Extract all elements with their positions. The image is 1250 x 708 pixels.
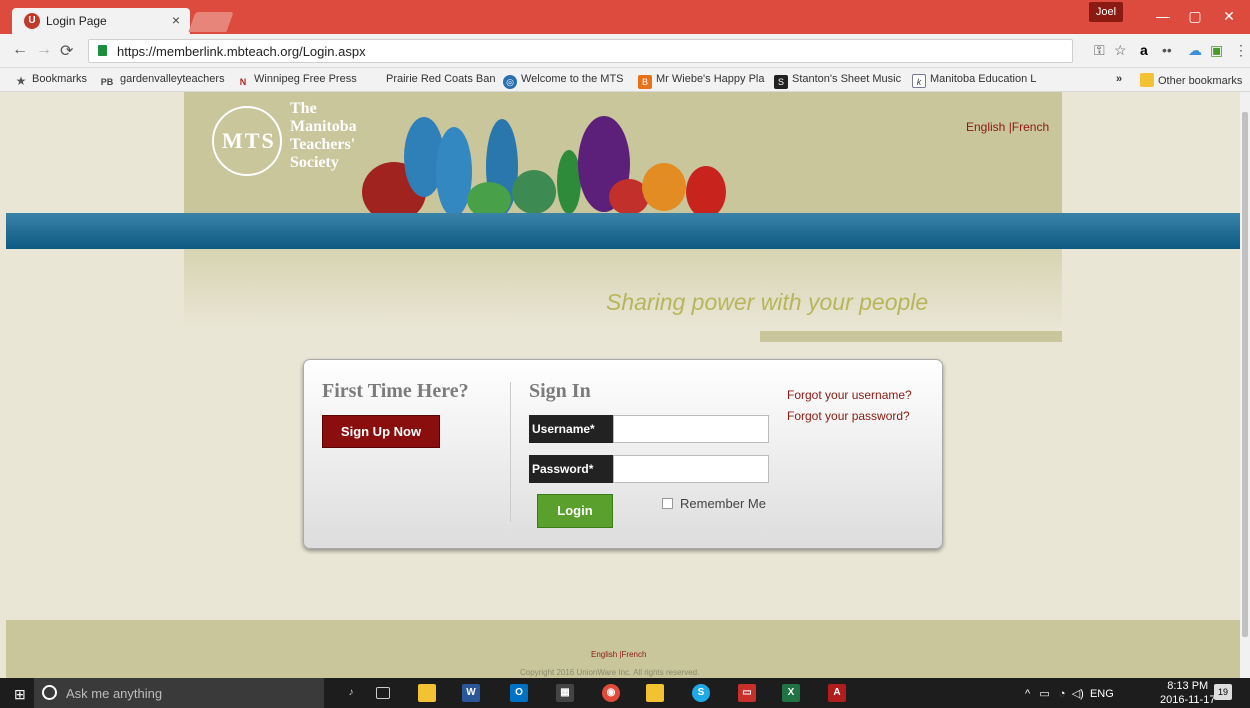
- reload-icon[interactable]: ⟳: [60, 41, 73, 61]
- stantons-icon: S: [774, 75, 788, 89]
- bookmark-mts[interactable]: ◎ Welcome to the MTS: [503, 73, 624, 89]
- taskbar-clock[interactable]: 8:13 PM 2016-11-17: [1160, 679, 1215, 707]
- calculator-icon[interactable]: ▦: [556, 684, 574, 702]
- language-indicator[interactable]: ENG: [1090, 688, 1114, 700]
- extension-box-icon[interactable]: ▣: [1210, 42, 1223, 59]
- menu-dots-icon[interactable]: ⋮: [1234, 42, 1248, 59]
- scrollbar-thumb[interactable]: [1242, 112, 1248, 637]
- volume-icon[interactable]: ◁): [1072, 688, 1084, 700]
- browser-tab[interactable]: U Login Page ×: [12, 8, 190, 34]
- skype-icon[interactable]: S: [692, 684, 710, 702]
- outlook-icon[interactable]: O: [510, 684, 528, 702]
- minimize-button[interactable]: —: [1146, 4, 1180, 28]
- browser-titlebar: U Login Page × Joel — ▢ ✕: [0, 0, 1250, 34]
- app-window-icon[interactable]: ▭: [738, 684, 756, 702]
- bookmark-mr-wiebe[interactable]: B Mr Wiebe's Happy Pla: [638, 73, 764, 89]
- copyright-text: Copyright 2016 UnionWare Inc. All rights…: [520, 668, 700, 677]
- bookmark-winnipeg-free-press[interactable]: N Winnipeg Free Press: [236, 73, 357, 89]
- star-icon: ★: [15, 74, 27, 88]
- battery-icon[interactable]: ▭: [1039, 688, 1049, 700]
- blogger-icon: B: [638, 75, 652, 89]
- language-switcher-footer[interactable]: English |French: [591, 650, 646, 659]
- file-explorer-icon[interactable]: [418, 684, 436, 702]
- more-bookmarks-chevron[interactable]: »: [1116, 73, 1122, 85]
- task-view-icon[interactable]: [376, 687, 390, 699]
- lock-icon: [98, 45, 107, 56]
- blue-banner: [6, 213, 1240, 249]
- newspaper-icon: N: [239, 77, 247, 87]
- password-label: Password*: [529, 455, 613, 483]
- bookmarks-bar: ★ Bookmarks PB gardenvalleyteachers N Winni…: [0, 68, 1250, 92]
- extension-eyes-icon[interactable]: ••: [1162, 42, 1172, 58]
- sticky-notes-icon[interactable]: [646, 684, 664, 702]
- notification-center-icon[interactable]: 19: [1214, 684, 1232, 700]
- forgot-username-link[interactable]: Forgot your username?: [787, 388, 912, 402]
- first-time-heading: First Time Here?: [322, 380, 469, 402]
- bookmark-stantons[interactable]: S Stanton's Sheet Music: [774, 73, 901, 89]
- bookmark-gardenvalley[interactable]: PB gardenvalleyteachers: [98, 73, 225, 89]
- bookmark-manitoba-education[interactable]: k Manitoba Education L: [912, 73, 1036, 88]
- web-page: MTS The Manitoba Teachers' Society Engli…: [0, 92, 1240, 678]
- forward-arrow-icon[interactable]: →: [36, 41, 52, 59]
- chrome-icon[interactable]: ◉: [602, 684, 620, 702]
- password-field[interactable]: [613, 455, 769, 483]
- cloud-extension-icon[interactable]: ☁: [1188, 42, 1202, 59]
- remember-me-checkbox[interactable]: [662, 498, 673, 509]
- cortana-circle-icon: [42, 685, 57, 700]
- amazon-extension-icon[interactable]: a: [1140, 42, 1148, 58]
- acrobat-icon[interactable]: A: [828, 684, 846, 702]
- maximize-button[interactable]: ▢: [1178, 4, 1212, 28]
- logo-letters: MTS: [222, 128, 276, 153]
- username-field[interactable]: [613, 415, 769, 443]
- bookmarks-apps[interactable]: ★ Bookmarks: [14, 73, 87, 88]
- pb-icon: PB: [100, 77, 114, 87]
- sign-up-button[interactable]: Sign Up Now: [322, 415, 440, 448]
- forgot-password-link[interactable]: Forgot your password?: [787, 409, 910, 423]
- excel-icon[interactable]: X: [782, 684, 800, 702]
- word-icon[interactable]: W: [462, 684, 480, 702]
- key-icon[interactable]: ⚿: [1094, 42, 1105, 59]
- language-switcher-top[interactable]: English |French: [966, 120, 1049, 134]
- globe-icon: ◎: [503, 75, 517, 89]
- windows-taskbar: ⊞ Ask me anything ♪ W O ▦ ◉ S ▭ X A ^ ▭ …: [0, 678, 1250, 708]
- username-label: Username*: [529, 415, 613, 443]
- close-window-button[interactable]: ✕: [1212, 4, 1246, 28]
- bookmark-prairie-red-coats[interactable]: Prairie Red Coats Ban: [386, 73, 495, 85]
- cortana-placeholder: Ask me anything: [66, 686, 163, 701]
- tab-title: Login Page: [46, 14, 107, 28]
- clock-date: 2016-11-17: [1160, 694, 1216, 706]
- other-bookmarks-folder[interactable]: Other bookmarks: [1140, 73, 1242, 87]
- remember-me-label[interactable]: Remember Me: [680, 496, 766, 511]
- url-text: https://memberlink.mbteach.org/Login.asp…: [117, 44, 366, 59]
- tagline: Sharing power with your people: [606, 289, 929, 315]
- login-panel: First Time Here? Sign Up Now Sign In Use…: [303, 359, 943, 549]
- bookmark-star-icon[interactable]: ☆: [1114, 42, 1127, 59]
- profile-button[interactable]: Joel: [1089, 2, 1123, 22]
- cortana-search-box[interactable]: Ask me anything: [34, 678, 324, 708]
- folder-icon: [1140, 73, 1154, 87]
- tab-close-button[interactable]: ×: [172, 12, 180, 28]
- browser-toolbar: ← → ⟳ https://memberlink.mbteach.org/Log…: [0, 34, 1250, 68]
- wifi-icon[interactable]: ◔: [1059, 688, 1066, 700]
- tray-chevron-icon[interactable]: ^: [1025, 688, 1030, 700]
- back-arrow-icon[interactable]: ←: [12, 41, 28, 59]
- login-button[interactable]: Login: [537, 494, 613, 528]
- logo-wordmark: The Manitoba Teachers' Society: [290, 100, 357, 171]
- new-tab-button[interactable]: [188, 12, 234, 32]
- address-bar[interactable]: https://memberlink.mbteach.org/Login.asp…: [88, 39, 1073, 63]
- divider: [510, 382, 511, 522]
- sign-in-heading: Sign In: [529, 380, 591, 402]
- clock-time: 8:13 PM: [1167, 680, 1209, 692]
- microphone-icon[interactable]: ♪: [342, 684, 360, 702]
- system-tray: ^ ▭ ◔ ◁) ENG: [1025, 687, 1114, 700]
- page-footer: English |French Copyright 2016 UnionWare…: [6, 620, 1240, 678]
- manitoba-k-icon: k: [912, 74, 926, 88]
- windows-start-icon[interactable]: ⊞: [14, 686, 26, 703]
- site-favicon-icon: U: [24, 13, 40, 29]
